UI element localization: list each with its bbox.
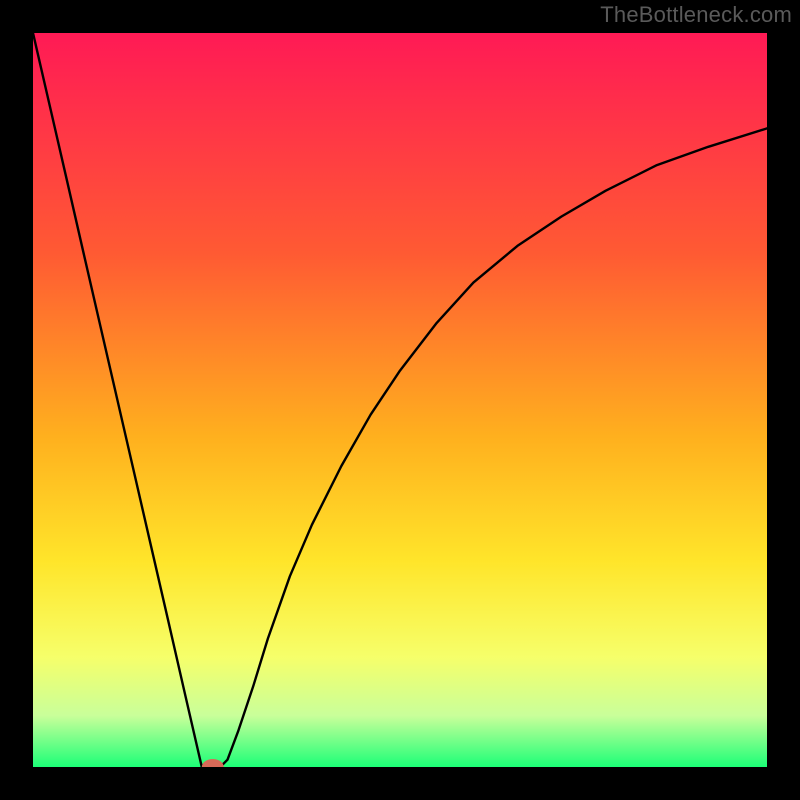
chart-svg [33,33,767,767]
chart-plot-area [33,33,767,767]
watermark-text: TheBottleneck.com [600,2,792,28]
chart-background [33,33,767,767]
chart-frame: TheBottleneck.com [0,0,800,800]
